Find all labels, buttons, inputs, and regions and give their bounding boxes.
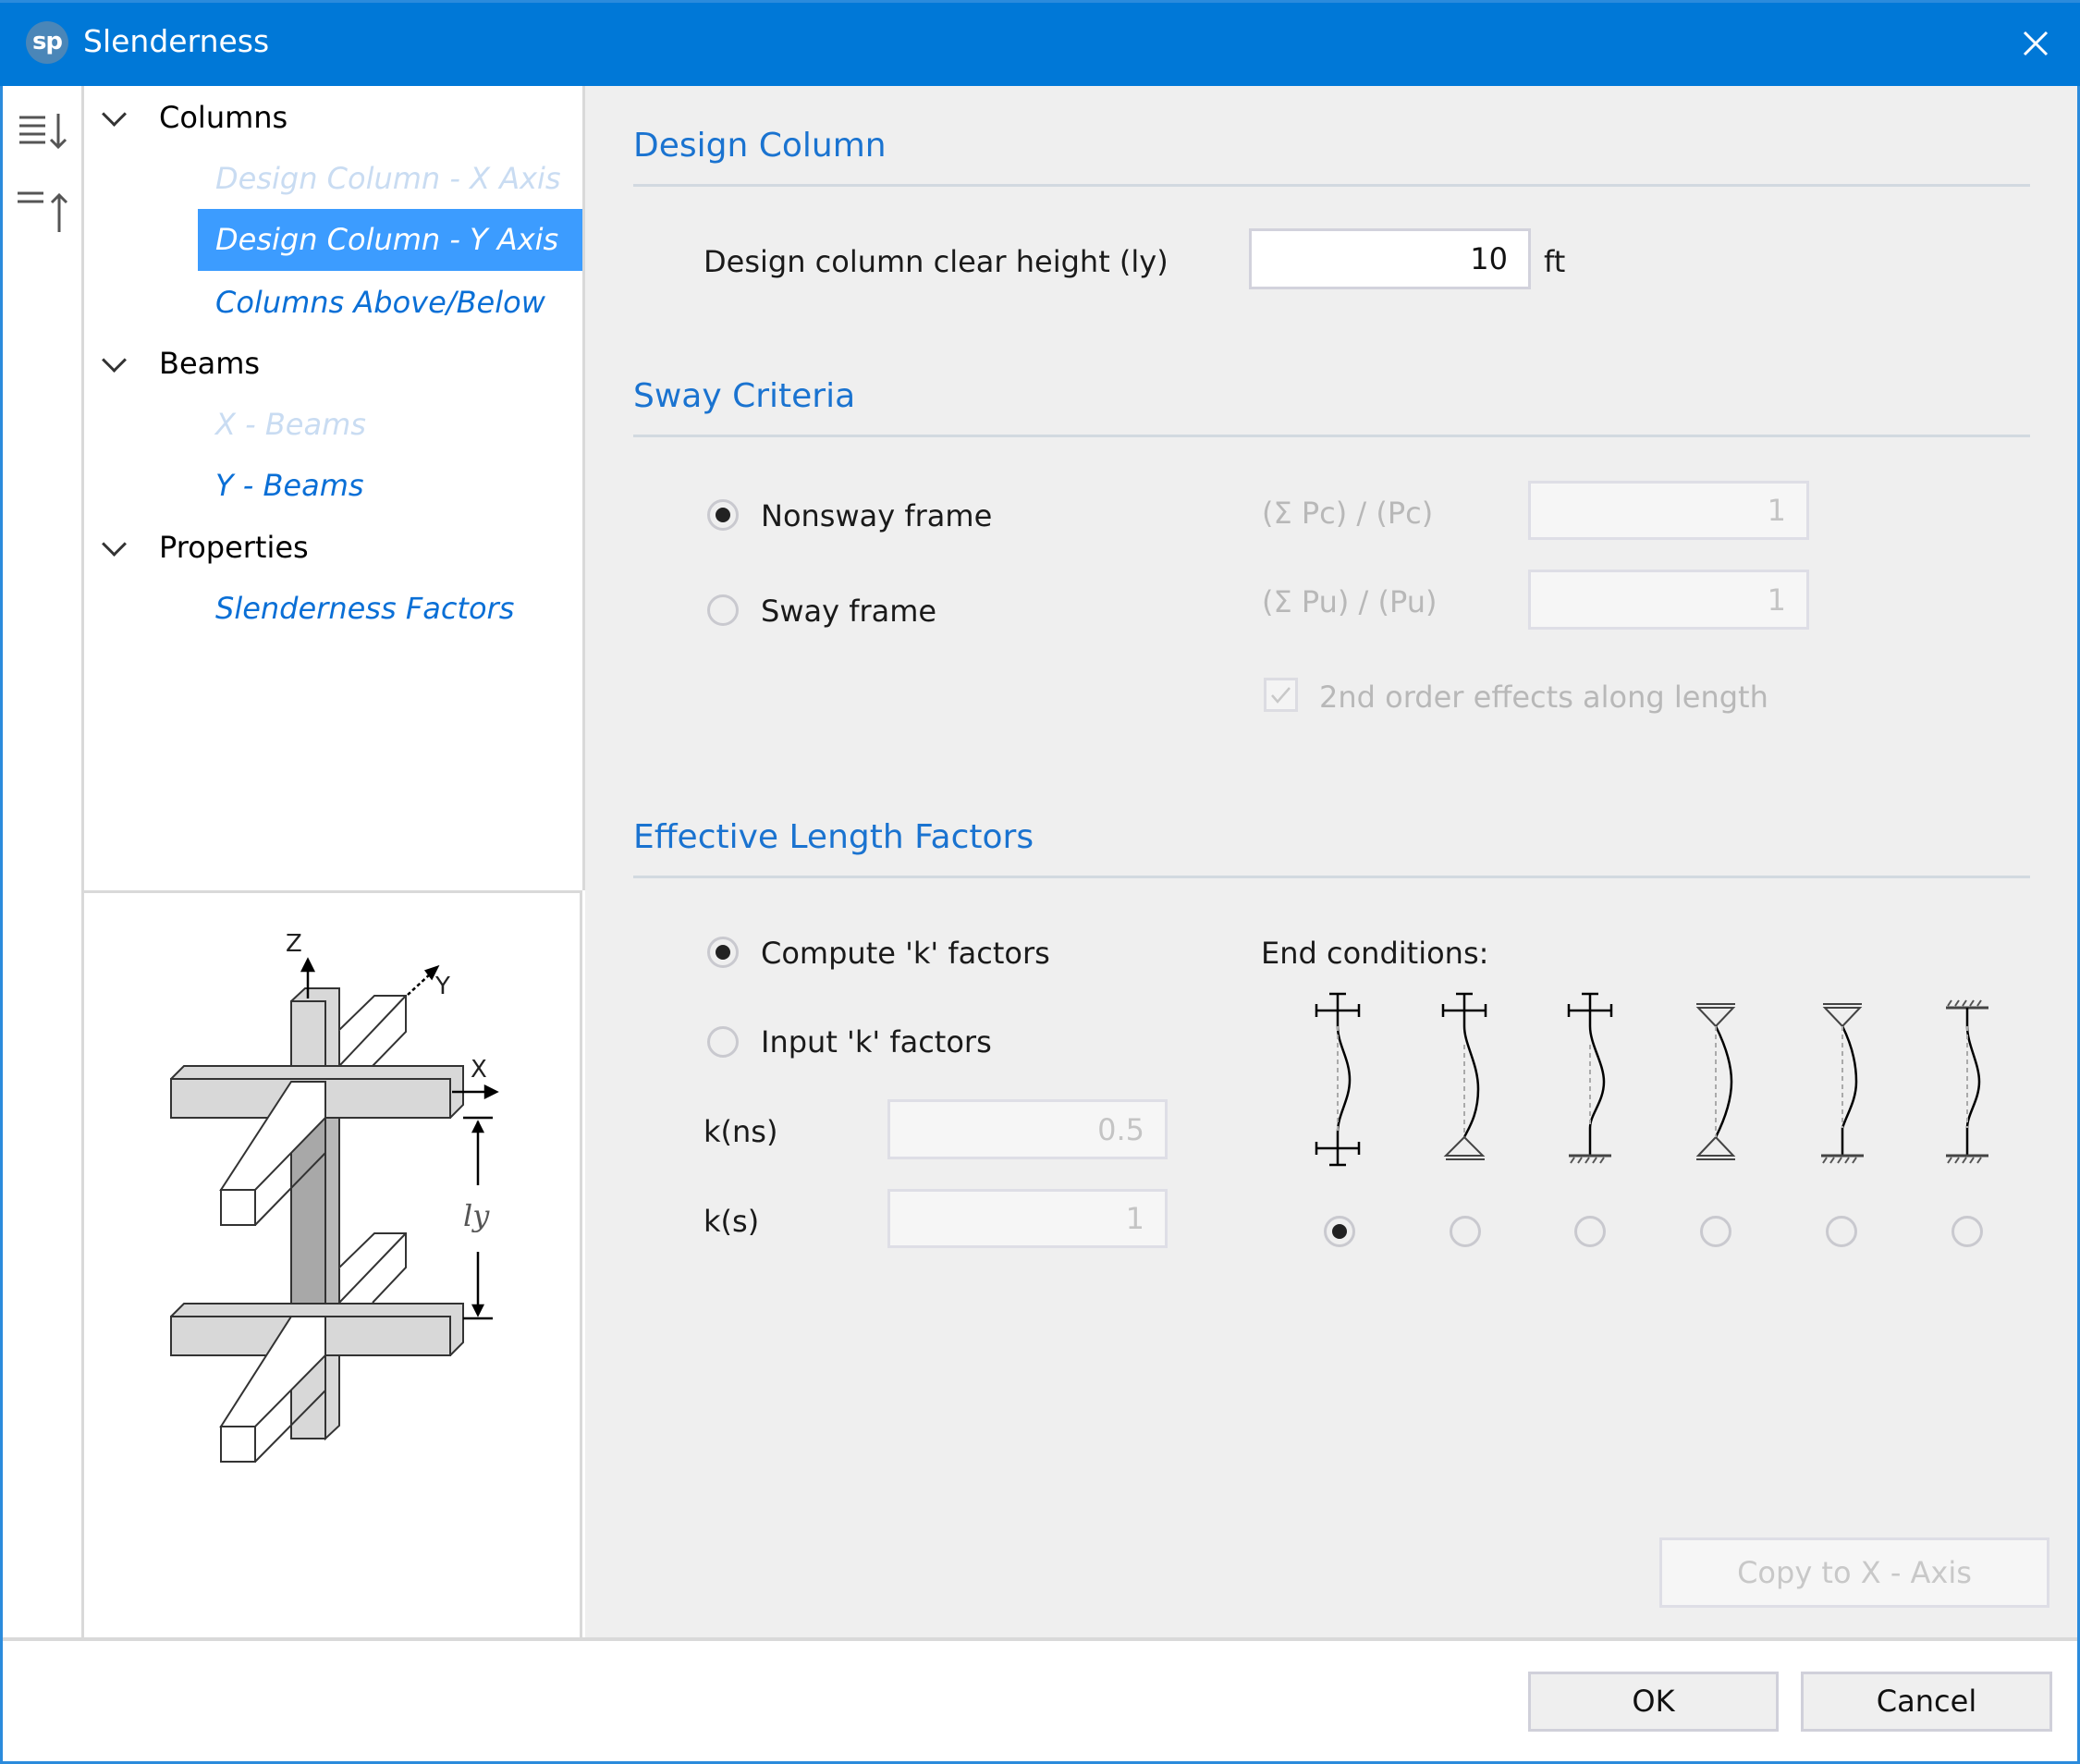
collapse-all-icon <box>18 191 68 232</box>
clear-height-label: Design column clear height (ly) <box>704 244 1168 279</box>
app-logo-icon: sp <box>26 21 68 64</box>
section-heading-effective-length: Effective Length Factors <box>633 818 1034 856</box>
checkmark-icon <box>1271 687 1291 704</box>
section-heading-sway-criteria: Sway Criteria <box>633 377 856 415</box>
second-order-checkbox[interactable] <box>1264 678 1298 712</box>
dimension-ly-label: ly <box>463 1198 490 1233</box>
input-k-radio[interactable] <box>707 1026 739 1058</box>
end-condition-free-fixed-icon <box>1567 992 1613 1164</box>
tree-group-properties[interactable]: Properties <box>159 530 309 565</box>
end-condition-fixed-fixed-icon <box>1946 999 1988 1164</box>
close-button[interactable] <box>2015 23 2056 64</box>
sway-frame-radio[interactable] <box>707 594 739 626</box>
sway-frame-label[interactable]: Sway frame <box>761 594 936 629</box>
ok-button[interactable]: OK <box>1528 1672 1779 1732</box>
tree-toolbar <box>3 86 84 1637</box>
column-frame-diagram <box>170 957 499 1463</box>
axis-y-label: Y <box>435 973 450 1000</box>
end-condition-radio-fixed-fixed[interactable] <box>1952 1216 1983 1247</box>
end-condition-radio-pinned-pinned[interactable] <box>1700 1216 1731 1247</box>
end-condition-radio-free-pinned[interactable] <box>1450 1216 1481 1247</box>
section-divider <box>633 876 2030 878</box>
pc-ratio-input[interactable] <box>1528 481 1809 540</box>
end-condition-free-free-icon <box>1315 992 1361 1167</box>
end-conditions-label: End conditions: <box>1261 936 1489 971</box>
second-order-label: 2nd order effects along length <box>1319 680 1768 715</box>
tree-item-y-beams[interactable]: Y - Beams <box>215 468 364 503</box>
tree-item-slenderness-factors[interactable]: Slenderness Factors <box>215 591 514 626</box>
end-condition-radio-pinned-fixed[interactable] <box>1826 1216 1857 1247</box>
column-diagram-panel: Z Y X ly <box>84 890 582 1637</box>
input-k-label[interactable]: Input 'k' factors <box>761 1024 992 1060</box>
clear-height-unit: ft <box>1544 244 1566 279</box>
collapse-all-button[interactable] <box>16 188 73 243</box>
section-heading-design-column: Design Column <box>633 127 887 165</box>
tree-group-beams[interactable]: Beams <box>159 346 260 381</box>
kns-input[interactable] <box>887 1099 1168 1159</box>
cancel-button[interactable]: Cancel <box>1801 1672 2052 1732</box>
tree-item-design-column-x[interactable]: Design Column - X Axis <box>215 161 561 196</box>
pu-ratio-label: (Σ Pu) / (Pu) <box>1262 584 1438 619</box>
kns-label: k(ns) <box>704 1114 778 1149</box>
end-condition-radio-free-fixed[interactable] <box>1574 1216 1606 1247</box>
window-title: Slenderness <box>83 23 270 59</box>
compute-k-label[interactable]: Compute 'k' factors <box>761 936 1050 971</box>
end-condition-pinned-fixed-icon <box>1821 1003 1864 1164</box>
axis-z-label: Z <box>286 930 302 958</box>
tree-item-columns-above-below[interactable]: Columns Above/Below <box>215 285 545 320</box>
compute-k-radio[interactable] <box>707 937 739 968</box>
ks-input[interactable] <box>887 1189 1168 1248</box>
tree-item-x-beams[interactable]: X - Beams <box>215 407 366 442</box>
pc-ratio-label: (Σ Pc) / (Pc) <box>1262 496 1434 531</box>
nonsway-frame-label[interactable]: Nonsway frame <box>761 498 992 533</box>
expand-all-icon <box>19 114 67 150</box>
pu-ratio-input[interactable] <box>1528 570 1809 630</box>
close-icon <box>2023 31 2049 56</box>
ks-label: k(s) <box>704 1204 760 1239</box>
end-condition-free-pinned-icon <box>1441 992 1487 1160</box>
axis-x-label: X <box>471 1056 487 1084</box>
settings-panel <box>585 86 2077 1637</box>
end-condition-radio-free-free[interactable] <box>1324 1216 1355 1247</box>
end-condition-pinned-pinned-icon <box>1695 1003 1736 1160</box>
tree-group-columns[interactable]: Columns <box>159 100 288 135</box>
clear-height-input[interactable] <box>1249 228 1531 289</box>
copy-to-x-axis-button[interactable]: Copy to X - Axis <box>1659 1537 2049 1608</box>
expand-all-button[interactable] <box>18 112 75 160</box>
section-divider <box>633 435 2030 437</box>
section-divider <box>633 184 2030 187</box>
nonsway-frame-radio[interactable] <box>707 499 739 531</box>
title-bar: sp Slenderness <box>0 0 2080 86</box>
tree-item-design-column-y[interactable]: Design Column - Y Axis <box>198 209 582 271</box>
